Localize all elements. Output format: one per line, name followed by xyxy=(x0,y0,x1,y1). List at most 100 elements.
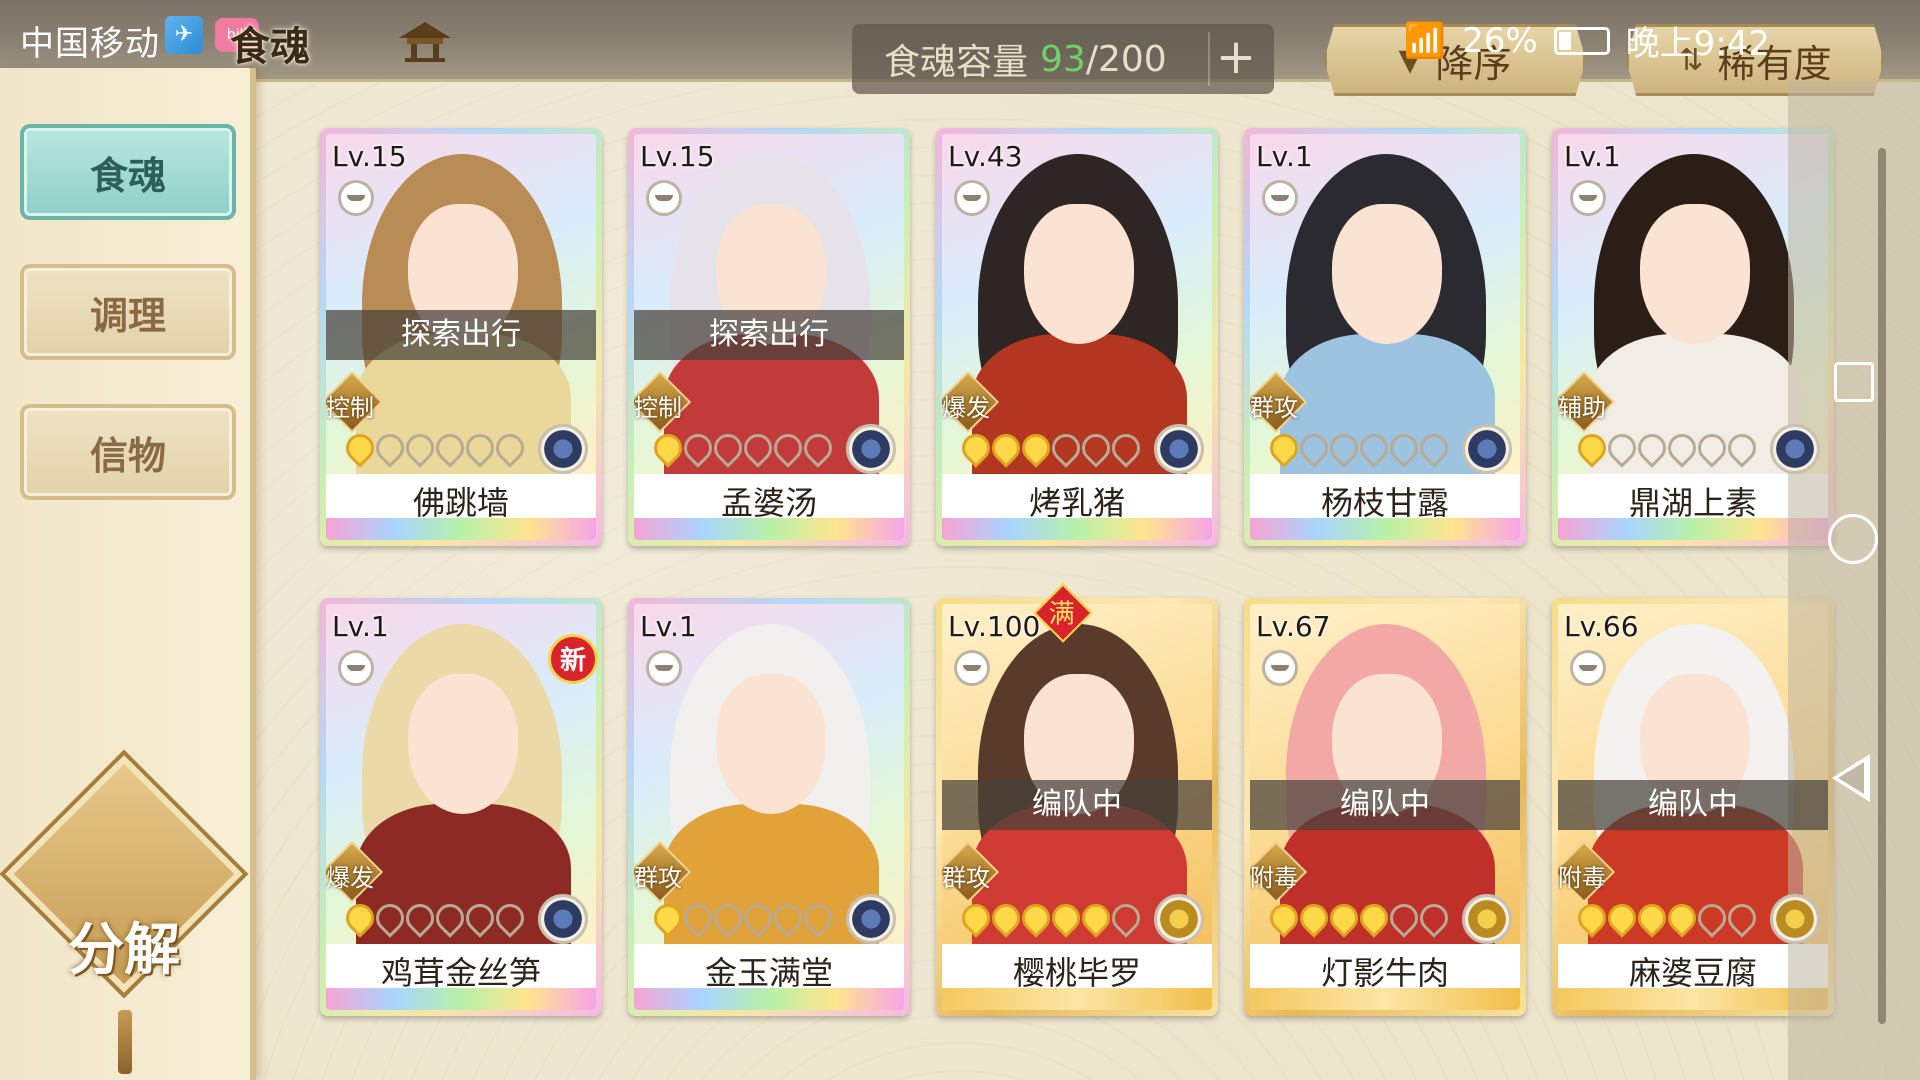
star-rating xyxy=(956,898,1146,938)
star-icon xyxy=(1602,428,1642,468)
star-icon xyxy=(370,898,410,938)
star-icon xyxy=(956,428,996,468)
card-frame-bottom xyxy=(942,988,1212,1010)
decompose-label[interactable]: 分解 xyxy=(44,905,204,986)
star-icon xyxy=(1106,898,1146,938)
card-inner: Lv.100 编队中 群攻 樱桃毕罗 xyxy=(942,604,1212,1010)
star-icon xyxy=(768,428,808,468)
carrier-label: 中国移动 xyxy=(20,24,160,64)
home-icon[interactable] xyxy=(1828,514,1878,564)
star-icon xyxy=(1692,898,1732,938)
star-icon xyxy=(1414,898,1454,938)
type-badge: 辅助 xyxy=(1558,370,1616,434)
star-icon xyxy=(1294,898,1334,938)
tab-foods[interactable]: 食魂 xyxy=(20,124,236,220)
food-soul-card[interactable]: Lv.100 编队中 群攻 樱桃毕罗满 xyxy=(936,583,1218,1016)
bowl-icon xyxy=(646,650,682,686)
star-icon xyxy=(1632,898,1672,938)
star-icon xyxy=(1354,898,1394,938)
star-icon xyxy=(400,428,440,468)
character-face xyxy=(1640,204,1750,344)
card-type: 附毒 xyxy=(1558,864,1606,892)
card-type: 群攻 xyxy=(942,864,990,892)
card-frame-bottom xyxy=(942,518,1212,540)
card-type: 群攻 xyxy=(634,864,682,892)
card-level: Lv.66 xyxy=(1564,610,1639,643)
card-level: Lv.43 xyxy=(948,140,1023,173)
star-icon xyxy=(490,898,530,938)
card-type: 爆发 xyxy=(326,864,374,892)
bowl-icon xyxy=(1570,180,1606,216)
card-level: Lv.1 xyxy=(1256,140,1313,173)
star-icon xyxy=(340,428,380,468)
tab-cooking[interactable]: 调理 xyxy=(20,264,236,360)
star-rating xyxy=(648,428,838,468)
food-soul-card[interactable]: Lv.67 编队中 附毒 灯影牛肉 xyxy=(1244,598,1526,1016)
card-level: Lv.67 xyxy=(1256,610,1331,643)
bowl-icon xyxy=(1570,650,1606,686)
bowl-icon xyxy=(338,650,374,686)
tab-tokens[interactable]: 信物 xyxy=(20,404,236,500)
star-icon xyxy=(1076,898,1116,938)
card-frame-bottom xyxy=(326,988,596,1010)
capacity-max: 200 xyxy=(1097,38,1167,80)
type-badge: 群攻 xyxy=(1250,370,1308,434)
star-rating xyxy=(956,428,1146,468)
food-soul-card[interactable]: Lv.1 爆发 鸡茸金丝笋新 xyxy=(320,598,602,1016)
card-frame-bottom xyxy=(1250,988,1520,1010)
star-icon xyxy=(1722,428,1762,468)
card-frame-bottom xyxy=(634,518,904,540)
tassel-decoration xyxy=(118,1010,132,1074)
food-soul-card[interactable]: Lv.1 群攻 金玉满堂 xyxy=(628,598,910,1016)
capacity-box: 食魂容量 93 / 200 + xyxy=(852,24,1274,94)
star-rating xyxy=(340,898,530,938)
pavilion-icon[interactable] xyxy=(395,18,455,64)
card-type: 群攻 xyxy=(1250,394,1298,422)
battery-percent: 26% xyxy=(1462,20,1538,61)
star-icon xyxy=(1662,428,1702,468)
card-inner: Lv.15 探索出行 控制 佛跳墙 xyxy=(326,134,596,540)
star-rating xyxy=(1264,428,1454,468)
star-icon xyxy=(1016,898,1056,938)
card-level: Lv.15 xyxy=(640,140,715,173)
flower-element-icon xyxy=(846,424,896,474)
card-type: 控制 xyxy=(326,394,374,422)
star-icon xyxy=(648,428,688,468)
star-icon xyxy=(798,428,838,468)
food-soul-card[interactable]: Lv.1 群攻 杨枝甘露 xyxy=(1244,128,1526,546)
star-icon xyxy=(1046,898,1086,938)
card-frame-bottom xyxy=(1250,518,1520,540)
scrollbar[interactable] xyxy=(1878,148,1886,1024)
star-icon xyxy=(1016,428,1056,468)
star-icon xyxy=(986,428,1026,468)
star-icon xyxy=(768,898,808,938)
card-level: Lv.1 xyxy=(640,610,697,643)
type-badge: 爆发 xyxy=(326,840,384,904)
star-rating xyxy=(340,428,530,468)
flower-element-icon xyxy=(538,894,588,944)
plus-icon[interactable]: + xyxy=(1208,32,1262,86)
food-soul-card[interactable]: Lv.43 爆发 烤乳猪 xyxy=(936,128,1218,546)
card-frame-bottom xyxy=(634,988,904,1010)
star-icon xyxy=(738,898,778,938)
star-icon xyxy=(460,428,500,468)
star-icon xyxy=(1572,898,1612,938)
food-soul-card[interactable]: Lv.15 探索出行 控制 佛跳墙 xyxy=(320,128,602,546)
type-badge: 附毒 xyxy=(1558,840,1616,904)
recent-apps-icon[interactable] xyxy=(1834,362,1874,402)
page-title: 食魂 xyxy=(230,23,310,70)
card-inner: Lv.43 爆发 烤乳猪 xyxy=(942,134,1212,540)
star-icon xyxy=(1046,428,1086,468)
star-icon xyxy=(400,898,440,938)
star-rating xyxy=(648,898,838,938)
capacity-current: 93 xyxy=(1040,38,1086,80)
star-icon xyxy=(460,898,500,938)
card-level: Lv.1 xyxy=(1564,140,1621,173)
type-badge: 群攻 xyxy=(634,840,692,904)
character-face xyxy=(716,674,826,814)
food-soul-card[interactable]: Lv.15 探索出行 控制 孟婆汤 xyxy=(628,128,910,546)
max-level-label: 满 xyxy=(1048,599,1075,630)
star-icon xyxy=(648,898,688,938)
star-icon xyxy=(1384,898,1424,938)
character-face xyxy=(1332,204,1442,344)
